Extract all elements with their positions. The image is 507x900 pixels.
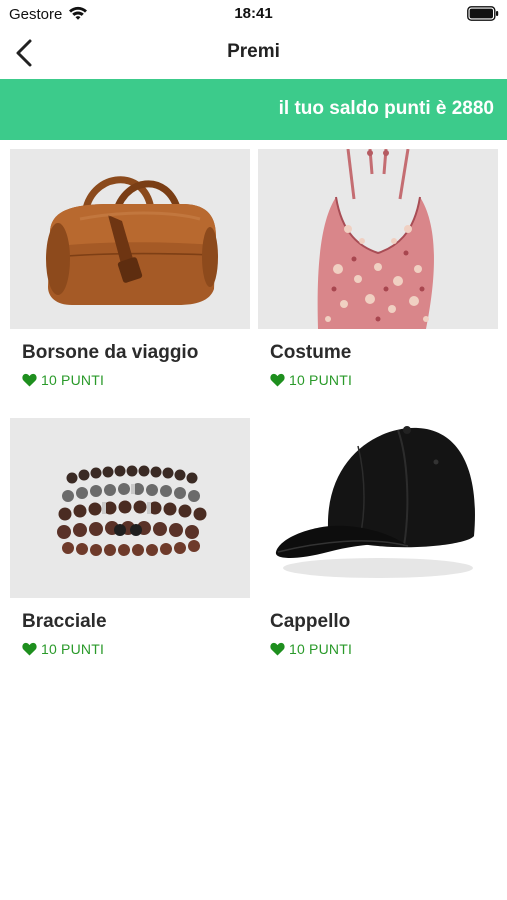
- page-title: Premi: [227, 41, 280, 62]
- points-label: 10 PUNTI: [41, 372, 105, 388]
- product-name: Costume: [270, 342, 352, 363]
- product-points: 10 PUNTI: [270, 371, 352, 389]
- cap-image: [258, 418, 498, 598]
- product-card-travel-bag[interactable]: Borsone da viaggio 10 PUNTI: [10, 149, 250, 409]
- points-label: 10 PUNTI: [289, 641, 353, 657]
- bracelet-image: [10, 418, 250, 598]
- product-points: 10 PUNTI: [22, 640, 104, 658]
- product-points: 10 PUNTI: [22, 371, 104, 389]
- product-card-cap[interactable]: Cappello 10 PUNTI: [258, 418, 498, 678]
- product-card-swimsuit[interactable]: Costume 10 PUNTI: [258, 149, 498, 409]
- points-label: 10 PUNTI: [289, 372, 353, 388]
- product-name: Bracciale: [22, 611, 107, 632]
- heart-icon: [270, 373, 285, 387]
- product-points: 10 PUNTI: [270, 640, 352, 658]
- product-name: Cappello: [270, 611, 351, 632]
- status-bar: Gestore 18:41: [0, 0, 507, 28]
- heart-icon: [22, 373, 37, 387]
- clock: 18:41: [234, 5, 273, 22]
- swimsuit-image: [258, 149, 498, 329]
- travel-bag-image: [10, 149, 250, 329]
- heart-icon: [270, 642, 285, 656]
- battery-icon: [467, 6, 499, 21]
- points-label: 10 PUNTI: [41, 641, 105, 657]
- points-balance-banner: il tuo saldo punti è 2880: [0, 79, 507, 140]
- heart-icon: [22, 642, 37, 656]
- product-card-bracelet[interactable]: Bracciale 10 PUNTI: [10, 418, 250, 678]
- navigation-bar: Premi: [0, 28, 507, 78]
- points-balance-text: il tuo saldo punti è 2880: [278, 98, 494, 119]
- product-name: Borsone da viaggio: [22, 342, 199, 363]
